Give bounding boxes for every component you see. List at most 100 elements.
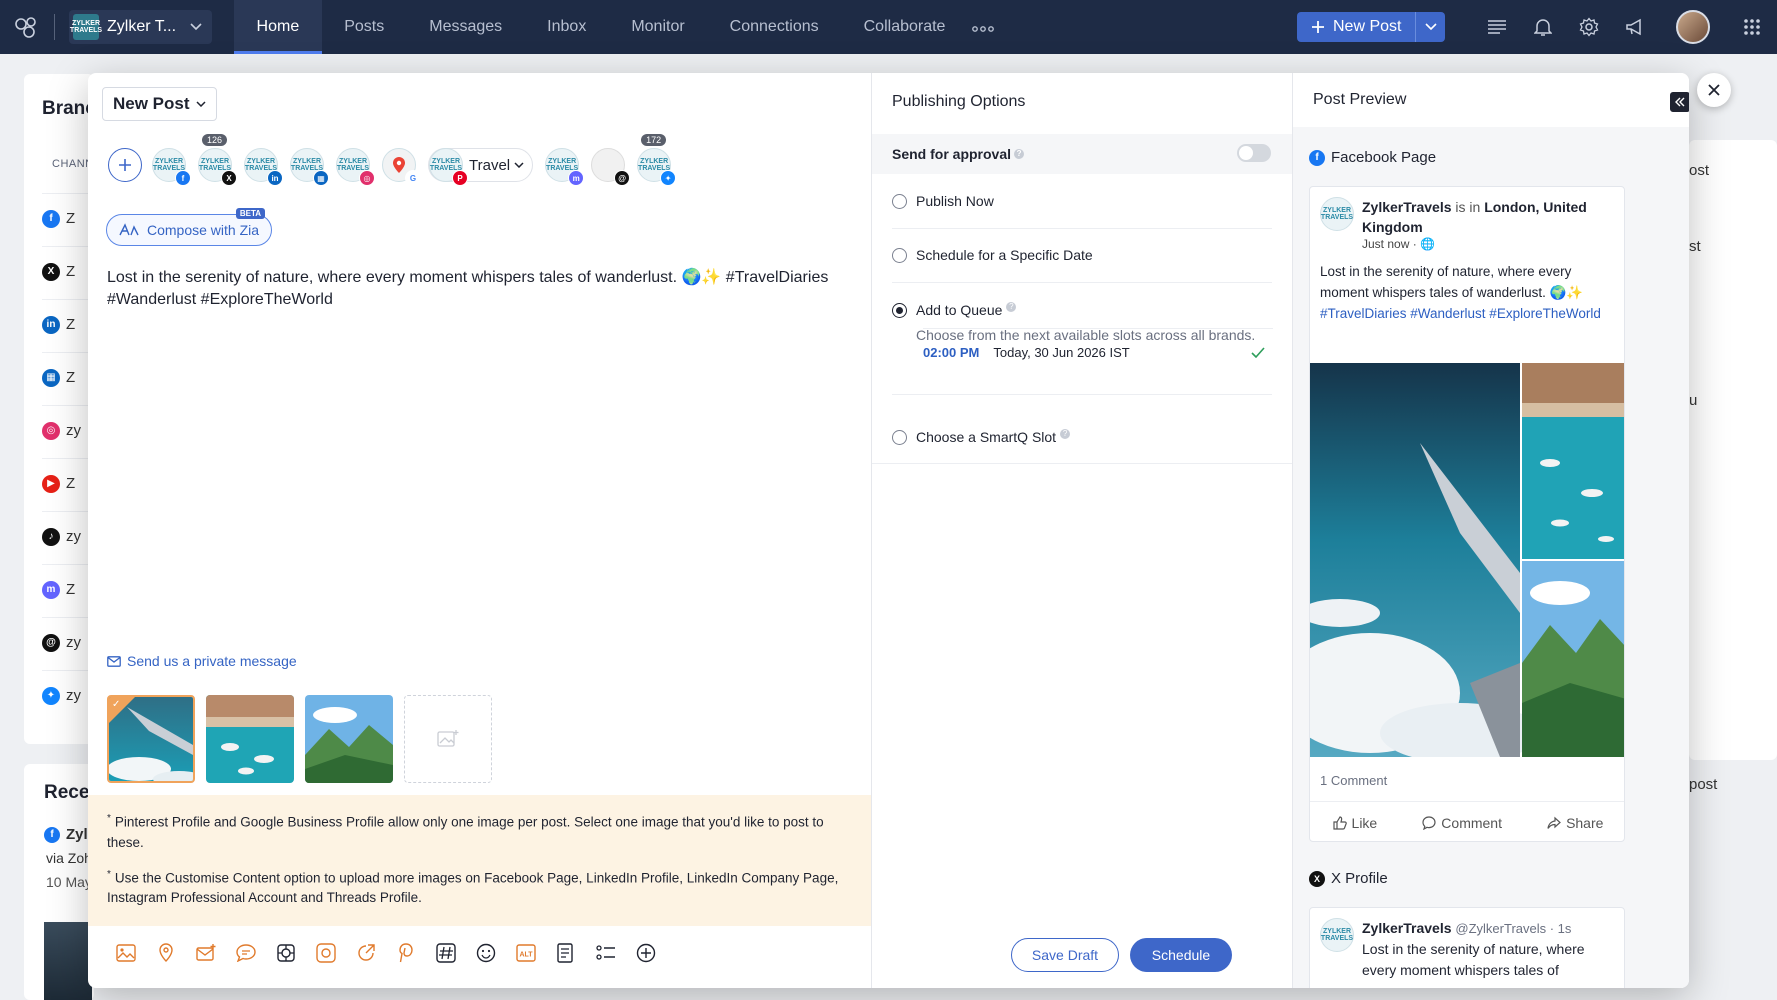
facebook-icon: f (42, 209, 60, 228)
background-recent-via: via Zoh (46, 850, 92, 866)
schedule-button[interactable]: Schedule (1130, 938, 1232, 972)
pinterest-icon: P (452, 170, 468, 186)
brand-name: Zylker T... (107, 18, 177, 35)
add-image-icon (437, 730, 459, 747)
new-post-button[interactable]: New Post (1297, 12, 1446, 42)
profile-instagram[interactable]: ZYLKER TRAVELS ◎ (336, 148, 375, 186)
divider (892, 282, 1272, 283)
background-recent-item: f Zyl (44, 826, 88, 843)
media-thumbnail[interactable] (305, 695, 393, 783)
instagram-icon: ◎ (42, 421, 60, 440)
app-logo-icon[interactable] (0, 0, 54, 54)
location-icon[interactable] (156, 943, 176, 963)
radio-add-to-queue[interactable] (892, 303, 907, 318)
gallery-icon[interactable] (276, 943, 296, 963)
radio-smartq[interactable] (892, 430, 907, 445)
send-private-message-link[interactable]: Send us a private message (107, 653, 297, 669)
comment-icon[interactable] (236, 943, 256, 963)
divider (872, 463, 1293, 464)
tab-inbox[interactable]: Inbox (525, 0, 609, 54)
chevron-down-icon (196, 101, 206, 107)
radio-schedule-specific[interactable] (892, 248, 907, 263)
option-publish-now[interactable]: Publish Now (872, 193, 1293, 209)
profile-bluesky[interactable]: 172 ZYLKER TRAVELS ✦ (637, 134, 677, 186)
post-preview-panel: Post Preview f Facebook Page ZYLKER TRAV… (1292, 73, 1689, 988)
youtube-icon: ▶ (42, 474, 60, 493)
pinterest-icon[interactable] (396, 943, 416, 963)
checklist-icon[interactable] (596, 943, 616, 963)
beta-badge: BETA (235, 208, 266, 219)
profile-facebook[interactable]: ZYLKER TRAVELS f (152, 148, 191, 186)
mail-add-icon[interactable] (196, 943, 216, 963)
user-avatar[interactable] (1676, 10, 1710, 44)
profile-google-business[interactable]: G (382, 148, 421, 186)
profile-linkedin[interactable]: ZYLKER TRAVELS in (244, 148, 283, 186)
profile-linkedin-company[interactable]: ZYLKER TRAVELS ▦ (290, 148, 329, 186)
media-thumbnail-selected[interactable]: ✓ (107, 695, 195, 783)
background-row: ▶ Z (42, 458, 92, 508)
compose-with-zia-button[interactable]: Compose with Zia BETA (106, 208, 273, 246)
radio-publish-now[interactable] (892, 194, 907, 209)
add-more-icon[interactable] (636, 943, 656, 963)
hashtag-icon[interactable] (436, 943, 456, 963)
linkedin-company-icon: ▦ (42, 368, 60, 387)
apps-grid-icon[interactable] (1740, 15, 1764, 39)
queue-slot[interactable]: 02:00 PM Today, 30 Jun 2026 IST (923, 328, 1273, 376)
save-draft-button[interactable]: Save Draft (1011, 938, 1119, 972)
megaphone-icon[interactable] (1623, 15, 1647, 39)
content-library-icon[interactable] (316, 943, 336, 963)
approval-toggle[interactable] (1237, 144, 1271, 162)
alt-text-icon[interactable]: ALT (516, 943, 536, 963)
brand-selector[interactable]: ZYLKER TRAVELS Zylker T... (69, 10, 213, 44)
post-type-dropdown[interactable]: New Post (102, 87, 217, 121)
new-post-dropdown-toggle[interactable] (1415, 12, 1445, 42)
option-smartq-slot[interactable]: Choose a SmartQ Slot ? (872, 429, 1293, 445)
compose-with-zia-label: Compose with Zia (147, 222, 260, 238)
facebook-preview-label: f Facebook Page (1309, 149, 1436, 166)
collapse-preview-icon[interactable] (1670, 92, 1689, 112)
menu-lines-icon[interactable] (1485, 15, 1509, 39)
add-profile-button[interactable] (108, 148, 142, 182)
tab-home[interactable]: Home (234, 0, 322, 54)
tab-monitor[interactable]: Monitor (609, 0, 707, 54)
tab-connections[interactable]: Connections (707, 0, 841, 54)
profile-threads[interactable]: @ (591, 148, 631, 186)
help-icon[interactable]: ? (1006, 302, 1017, 313)
media-thumbnail[interactable] (206, 695, 294, 783)
add-media-button[interactable] (404, 695, 492, 783)
linkedin-icon: in (42, 315, 60, 334)
tab-messages[interactable]: Messages (407, 0, 525, 54)
share-icon (1547, 816, 1561, 829)
option-schedule-specific-date[interactable]: Schedule for a Specific Date (872, 247, 1293, 263)
more-tabs-icon[interactable] (972, 19, 994, 35)
close-modal-button[interactable] (1697, 73, 1731, 107)
avatar: ZYLKER TRAVELS (1320, 197, 1354, 231)
image-icon[interactable] (116, 943, 136, 963)
instagram-icon: ◎ (359, 170, 375, 186)
travel-group-selector[interactable]: ZYLKER TRAVELS P Travel (428, 148, 534, 186)
facebook-icon: f (1309, 149, 1325, 166)
post-preview-header: Post Preview (1293, 73, 1689, 127)
help-icon[interactable]: ? (1060, 429, 1071, 439)
tab-posts[interactable]: Posts (322, 0, 407, 54)
profile-mastodon[interactable]: ZYLKER TRAVELS m (545, 148, 585, 186)
share-link-icon[interactable] (356, 943, 376, 963)
tab-collaborate[interactable]: Collaborate (841, 0, 968, 54)
emoji-icon[interactable] (476, 943, 496, 963)
profile-x[interactable]: 126 ZYLKER TRAVELS X (198, 134, 237, 186)
fb-like-action: Like (1332, 815, 1377, 831)
new-post-label: New Post (1333, 18, 1402, 35)
gear-icon[interactable] (1577, 15, 1601, 39)
close-icon (1708, 84, 1720, 96)
post-text-editor[interactable]: Lost in the serenity of nature, where ev… (107, 267, 847, 311)
profile-pinterest[interactable]: ZYLKER TRAVELS P (429, 148, 468, 186)
bell-icon[interactable] (1531, 15, 1555, 39)
post-preview-title: Post Preview (1313, 91, 1407, 108)
help-icon[interactable]: ? (1014, 149, 1025, 159)
background-row: fZ (42, 193, 92, 243)
chevron-down-icon (190, 23, 202, 31)
plus-icon (1312, 21, 1324, 33)
x-preview-label: X X Profile (1309, 870, 1388, 887)
new-post-modal: New Post ZYLKER TRAVELS f 126 ZYLKER TRAVE… (88, 73, 1689, 988)
format-text-icon[interactable] (556, 943, 576, 963)
